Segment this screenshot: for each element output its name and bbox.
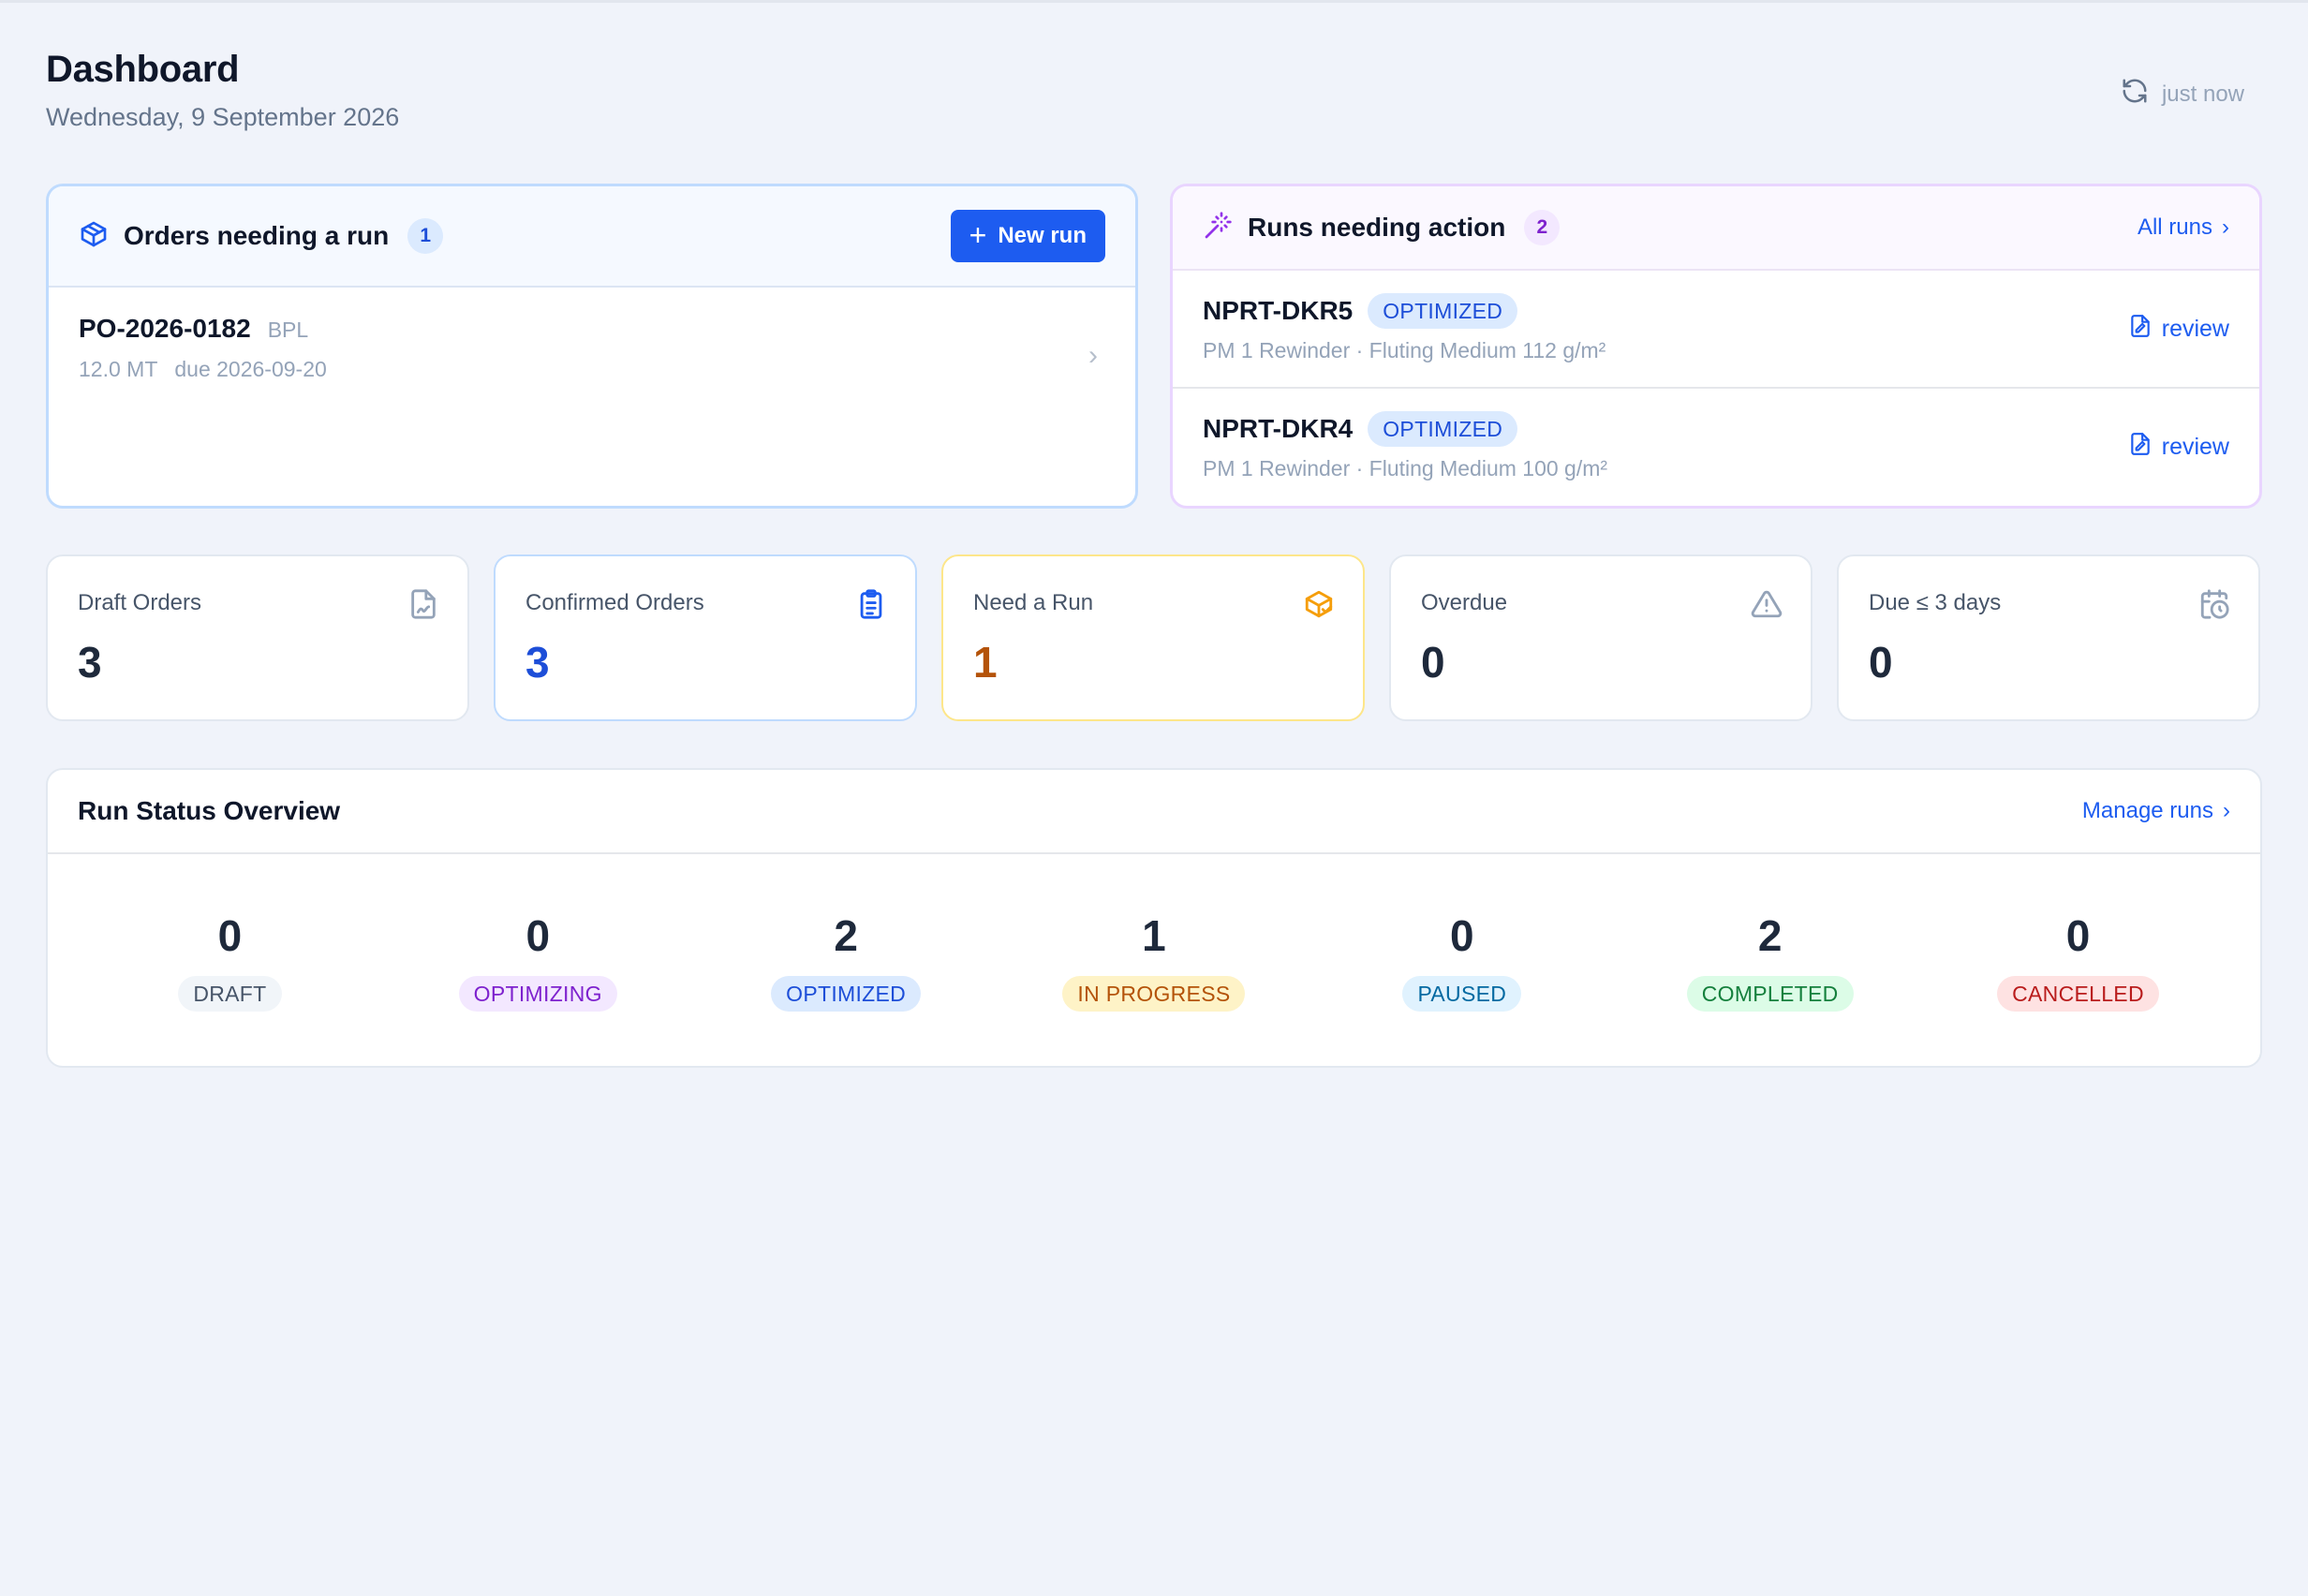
warning-triangle-icon — [1751, 588, 1783, 620]
order-due-date: due 2026-09-20 — [174, 357, 327, 381]
run-detail: PM 1 Rewinder · Fluting Medium 112 g/m² — [1203, 338, 1606, 362]
stat-label: Due ≤ 3 days — [1869, 590, 2002, 615]
status-badge: OPTIMIZING — [458, 976, 617, 1012]
status-optimized[interactable]: 2 OPTIMIZED — [705, 910, 986, 1012]
stat-label: Need a Run — [973, 590, 1094, 615]
status-badge: DRAFT — [178, 976, 282, 1012]
new-run-label: New run — [998, 223, 1087, 248]
chevron-right-icon: › — [2222, 214, 2229, 240]
stat-value: 0 — [1869, 638, 1893, 687]
page-title: Dashboard — [46, 49, 240, 90]
status-count: 2 — [834, 911, 858, 960]
review-link[interactable]: review — [2128, 432, 2229, 463]
status-count: 0 — [1450, 911, 1474, 960]
stat-value: 3 — [525, 638, 550, 687]
status-in-progress[interactable]: 1 IN PROGRESS — [1013, 910, 1295, 1012]
order-id: PO-2026-0182 — [79, 314, 251, 343]
stat-card-due-soon[interactable]: Due ≤ 3 days 0 — [1837, 554, 2260, 721]
file-signature-icon — [407, 588, 439, 620]
runs-needing-action-panel: Runs needing action 2 All runs › NPRT-DK… — [1170, 184, 2262, 509]
status-draft[interactable]: 0 DRAFT — [89, 910, 370, 1012]
run-detail: PM 1 Rewinder · Fluting Medium 100 g/m² — [1203, 456, 1608, 480]
status-count: 2 — [1757, 911, 1783, 960]
stat-card-overdue[interactable]: Overdue 0 — [1389, 554, 1812, 721]
orders-count-badge: 1 — [407, 218, 444, 254]
new-run-button[interactable]: + New run — [950, 210, 1105, 262]
chevron-right-icon: › — [2223, 798, 2230, 823]
order-row[interactable]: PO-2026-0182 BPL 12.0 MT due 2026-09-20 … — [49, 288, 1135, 406]
manage-runs-link[interactable]: Manage runs › — [2082, 798, 2230, 824]
all-runs-label: All runs — [2137, 214, 2212, 240]
magic-wand-icon — [1203, 211, 1233, 245]
status-badge: OPTIMIZED — [771, 976, 922, 1012]
orders-needing-run-panel: Orders needing a run 1 + New run PO-2026… — [46, 184, 1138, 509]
package-check-icon — [1303, 588, 1335, 620]
all-runs-link[interactable]: All runs › — [2138, 214, 2229, 241]
stat-label: Draft Orders — [78, 590, 202, 615]
overview-title: Run Status Overview — [78, 796, 341, 825]
page-date: Wednesday, 9 September 2026 — [46, 103, 400, 131]
status-paused[interactable]: 0 PAUSED — [1322, 910, 1603, 1012]
file-edit-icon — [2128, 432, 2153, 463]
refresh-label: just now — [2161, 81, 2244, 107]
stat-card-draft-orders[interactable]: Draft Orders 3 — [46, 554, 469, 721]
order-quantity: 12.0 MT — [79, 357, 158, 381]
review-link[interactable]: review — [2128, 314, 2229, 345]
runs-panel-header: Runs needing action 2 All runs › — [1173, 186, 2259, 271]
runs-panel-title: Runs needing action — [1248, 213, 1506, 242]
run-status-overview: Run Status Overview Manage runs › 0 DRAF… — [46, 768, 2262, 1068]
top-border — [0, 0, 2308, 3]
stat-card-need-a-run[interactable]: Need a Run 1 — [941, 554, 1365, 721]
status-grid: 0 DRAFT 0 OPTIMIZING 2 OPTIMIZED 1 IN PR… — [48, 854, 2260, 1012]
package-icon — [79, 219, 109, 254]
status-badge: COMPLETED — [1686, 976, 1854, 1012]
status-completed[interactable]: 2 COMPLETED — [1630, 910, 1911, 1012]
stat-value: 3 — [78, 638, 102, 687]
review-label: review — [2161, 316, 2229, 342]
run-row: NPRT-DKR5 OPTIMIZED PM 1 Rewinder · Flut… — [1173, 271, 2259, 389]
stat-value: 1 — [973, 638, 998, 687]
orders-panel-header: Orders needing a run 1 + New run — [49, 186, 1135, 288]
stat-label: Confirmed Orders — [525, 590, 704, 615]
calendar-clock-icon — [2198, 588, 2230, 620]
status-count: 0 — [525, 911, 551, 960]
overview-header: Run Status Overview Manage runs › — [48, 770, 2260, 854]
manage-runs-label: Manage runs — [2081, 798, 2213, 823]
run-status-badge: OPTIMIZED — [1368, 411, 1518, 447]
run-id: NPRT-DKR4 — [1203, 414, 1354, 443]
refresh-icon — [2121, 77, 2149, 111]
refresh-button[interactable]: just now — [2121, 77, 2244, 111]
plus-icon: + — [969, 217, 987, 252]
run-row: NPRT-DKR4 OPTIMIZED PM 1 Rewinder · Flut… — [1173, 389, 2259, 506]
review-label: review — [2161, 434, 2229, 460]
chevron-right-icon: › — [1088, 340, 1098, 371]
status-badge: CANCELLED — [1997, 976, 2159, 1012]
status-badge: PAUSED — [1402, 976, 1522, 1012]
status-count: 0 — [217, 911, 243, 960]
status-count: 1 — [1142, 911, 1166, 960]
stat-label: Overdue — [1421, 590, 1508, 615]
file-edit-icon — [2128, 314, 2153, 345]
stat-value: 0 — [1421, 638, 1445, 687]
clipboard-list-icon — [855, 588, 887, 620]
orders-panel-title: Orders needing a run — [124, 221, 390, 250]
run-id: NPRT-DKR5 — [1203, 296, 1354, 325]
status-count: 0 — [2065, 911, 2091, 960]
stat-card-confirmed-orders[interactable]: Confirmed Orders 3 — [494, 554, 917, 721]
runs-count-badge: 2 — [1524, 210, 1561, 245]
run-status-badge: OPTIMIZED — [1368, 293, 1518, 329]
status-optimizing[interactable]: 0 OPTIMIZING — [397, 910, 678, 1012]
status-cancelled[interactable]: 0 CANCELLED — [1937, 910, 2218, 1012]
status-badge: IN PROGRESS — [1062, 976, 1246, 1012]
order-customer: BPL — [267, 318, 309, 342]
